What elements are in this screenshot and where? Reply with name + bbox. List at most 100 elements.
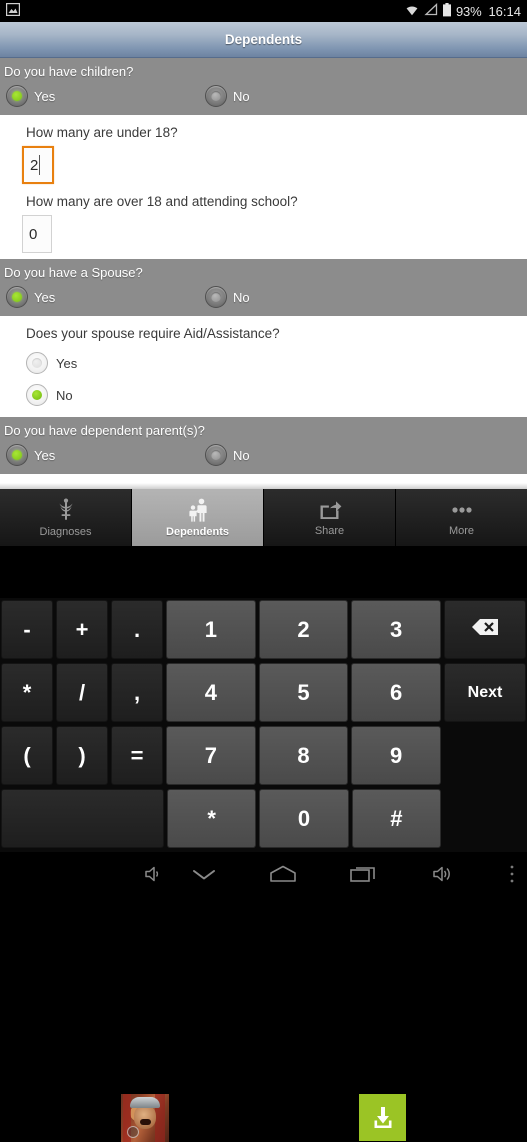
tab-dependents[interactable]: Dependents	[132, 489, 264, 546]
key-1[interactable]: 1	[166, 600, 256, 659]
children-yes-label: Yes	[34, 88, 56, 104]
key-plus[interactable]: +	[56, 600, 108, 659]
caduceus-icon	[54, 498, 78, 523]
nav-home[interactable]	[243, 852, 323, 900]
more-dots-icon	[448, 498, 476, 522]
ad-banner[interactable]	[0, 546, 527, 1142]
spouse-aid-yes-label: Yes	[56, 355, 78, 371]
recents-icon	[347, 863, 379, 890]
nav-volume-up[interactable]	[403, 852, 483, 900]
volume-up-icon	[431, 864, 455, 889]
nav-volume-down[interactable]	[0, 852, 165, 900]
spouse-aid-no-label: No	[56, 387, 73, 403]
family-icon	[185, 498, 211, 523]
nav-hide-keyboard[interactable]	[165, 852, 243, 900]
page-title: Dependents	[224, 32, 303, 47]
key-6[interactable]: 6	[351, 663, 442, 722]
keyboard-row-4: * 0 #	[0, 787, 527, 850]
label-over-18: How many are over 18 and attending schoo…	[26, 194, 298, 209]
key-8[interactable]: 8	[258, 726, 349, 785]
tab-more-label: More	[448, 525, 475, 537]
radio-icon[interactable]	[205, 444, 227, 466]
backspace-icon	[470, 617, 500, 642]
parents-yes-option[interactable]: Yes	[0, 444, 205, 466]
tab-diagnoses[interactable]: Diagnoses	[0, 489, 132, 546]
input-under-18-value: 2	[30, 156, 39, 174]
input-over-18-value: 0	[29, 225, 38, 243]
spouse-yes-option[interactable]: Yes	[0, 286, 205, 308]
key-hash[interactable]: #	[351, 789, 441, 848]
section-spouse-header: Do you have a Spouse? Yes No	[0, 259, 527, 316]
keyboard-row-3: ( ) = 7 8 9	[0, 724, 527, 787]
key-next[interactable]: Next	[444, 663, 527, 722]
radio-icon[interactable]	[205, 286, 227, 308]
key-2[interactable]: 2	[258, 600, 349, 659]
battery-icon	[442, 2, 452, 20]
key-minus[interactable]: -	[1, 600, 53, 659]
children-radio-group: Yes No	[0, 83, 527, 115]
key-asterisk-left[interactable]: *	[1, 663, 53, 722]
status-bar: 93% 16:14	[0, 0, 527, 22]
key-3[interactable]: 3	[351, 600, 442, 659]
nav-menu[interactable]	[509, 852, 515, 900]
share-icon	[317, 498, 343, 522]
key-period[interactable]: .	[111, 600, 163, 659]
radio-icon[interactable]	[26, 384, 48, 406]
children-no-option[interactable]: No	[205, 85, 250, 107]
spouse-no-label: No	[233, 289, 250, 305]
key-backspace[interactable]	[444, 600, 527, 659]
radio-icon[interactable]	[205, 85, 227, 107]
download-icon[interactable]	[359, 1094, 406, 1141]
input-over-18[interactable]: 0	[22, 215, 52, 253]
label-under-18: How many are under 18?	[26, 125, 178, 140]
status-clock: 16:14	[488, 3, 521, 19]
radio-icon[interactable]	[6, 286, 28, 308]
question-children: Do you have children?	[4, 64, 134, 79]
game-app-icon[interactable]	[121, 1094, 169, 1142]
key-9[interactable]: 9	[351, 726, 442, 785]
key-7[interactable]: 7	[166, 726, 256, 785]
key-asterisk[interactable]: *	[167, 789, 257, 848]
image-icon	[5, 2, 21, 19]
spouse-no-option[interactable]: No	[205, 286, 250, 308]
question-spouse-aid: Does your spouse require Aid/Assistance?	[26, 326, 280, 341]
radio-icon[interactable]	[6, 444, 28, 466]
key-paren-close[interactable]: )	[56, 726, 108, 785]
key-blank[interactable]	[1, 789, 164, 848]
menu-dots-icon	[509, 863, 515, 890]
tab-more[interactable]: More	[396, 489, 527, 546]
battery-percent: 93%	[456, 3, 482, 19]
spouse-aid-yes-option[interactable]: Yes	[26, 347, 527, 379]
nav-recents[interactable]	[323, 852, 403, 900]
keyboard-row-2: * / , 4 5 6 Next	[0, 661, 527, 724]
parents-yes-label: Yes	[34, 447, 56, 463]
input-under-18[interactable]: 2	[22, 146, 54, 184]
question-spouse: Do you have a Spouse?	[4, 265, 143, 280]
tab-diagnoses-label: Diagnoses	[39, 525, 92, 538]
system-navigation-bar	[0, 852, 527, 900]
signal-icon	[424, 2, 438, 19]
text-cursor	[39, 155, 41, 175]
question-parents: Do you have dependent parent(s)?	[4, 423, 205, 438]
spouse-aid-no-option[interactable]: No	[26, 379, 527, 411]
key-paren-open[interactable]: (	[1, 726, 53, 785]
spouse-yes-label: Yes	[34, 289, 56, 305]
key-equals[interactable]: =	[111, 726, 163, 785]
keyboard-row-1: - + . 1 2 3	[0, 598, 527, 661]
parents-no-label: No	[233, 447, 250, 463]
spouse-radio-group: Yes No	[0, 284, 527, 316]
key-slash[interactable]: /	[56, 663, 108, 722]
tab-dependents-label: Dependents	[166, 525, 229, 538]
status-bar-system-icons: 93% 16:14	[404, 2, 521, 20]
parents-no-option[interactable]: No	[205, 444, 250, 466]
radio-icon[interactable]	[26, 352, 48, 374]
key-comma[interactable]: ,	[111, 663, 163, 722]
children-yes-option[interactable]: Yes	[0, 85, 205, 107]
tab-share[interactable]: Share	[264, 489, 396, 546]
key-0[interactable]: 0	[259, 789, 349, 848]
radio-icon[interactable]	[6, 85, 28, 107]
section-children-header: Do you have children? Yes No	[0, 58, 527, 115]
key-5[interactable]: 5	[258, 663, 349, 722]
key-4[interactable]: 4	[166, 663, 256, 722]
hide-keyboard-icon	[189, 865, 219, 888]
